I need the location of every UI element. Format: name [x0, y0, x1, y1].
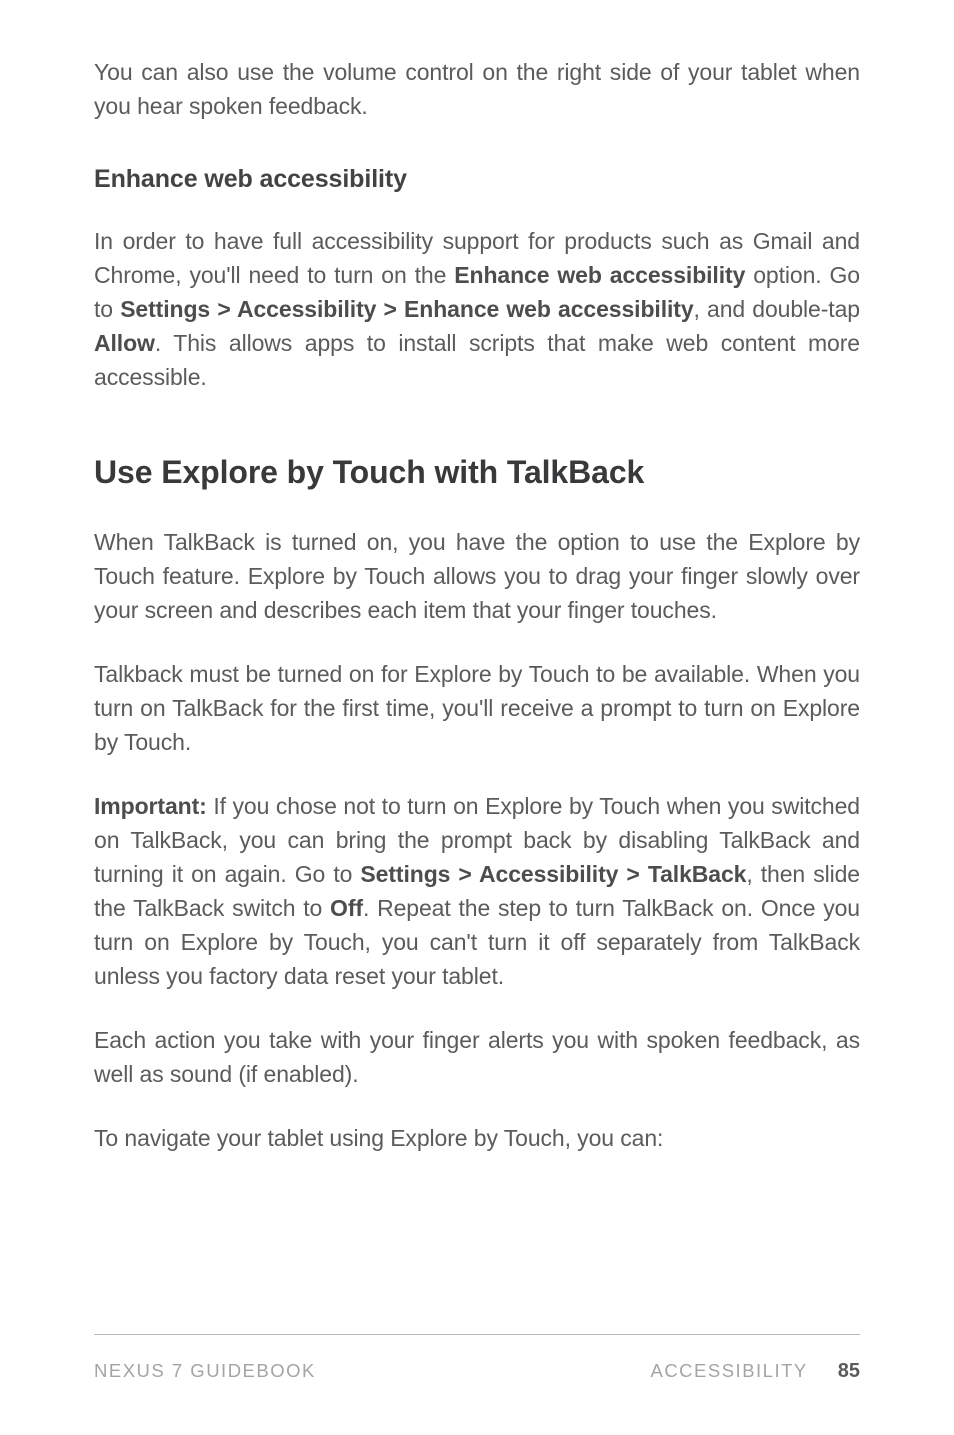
bold-off: Off	[330, 895, 363, 921]
navigate-paragraph: To navigate your tablet using Explore by…	[94, 1121, 860, 1155]
bold-allow: Allow	[94, 330, 155, 356]
intro-paragraph: You can also use the volume control on t…	[94, 55, 860, 123]
footer-book-title: NEXUS 7 GUIDEBOOK	[94, 1357, 316, 1384]
heading-explore-by-touch: Use Explore by Touch with TalkBack	[94, 449, 860, 496]
footer-section-label: ACCESSIBILITY	[650, 1357, 807, 1384]
page-footer: NEXUS 7 GUIDEBOOK ACCESSIBILITY 85	[94, 1334, 860, 1387]
text-segment: . This allows apps to install scripts th…	[94, 330, 860, 390]
footer-line: NEXUS 7 GUIDEBOOK ACCESSIBILITY 85	[94, 1357, 860, 1387]
heading-enhance-web-accessibility: Enhance web accessibility	[94, 161, 860, 198]
bold-settings-path: Settings > Accessibility > Enhance web a…	[120, 296, 693, 322]
bold-settings-talkback: Settings > Acces­sibility > TalkBack	[360, 861, 746, 887]
footer-page-number: 85	[838, 1357, 860, 1387]
action-paragraph: Each action you take with your finger al…	[94, 1023, 860, 1091]
footer-right-group: ACCESSIBILITY 85	[650, 1357, 860, 1387]
explore-paragraph-1: When TalkBack is turned on, you have the…	[94, 525, 860, 627]
explore-paragraph-2: Talkback must be turned on for Explore b…	[94, 657, 860, 759]
enhance-paragraph: In order to have full accessibility supp…	[94, 224, 860, 394]
footer-divider	[94, 1334, 860, 1335]
bold-enhance-option: Enhance web ac­cessibility	[454, 262, 745, 288]
bold-important: Important:	[94, 793, 207, 819]
important-paragraph: Important: If you chose not to turn on E…	[94, 789, 860, 993]
text-segment: , and double-tap	[694, 296, 860, 322]
